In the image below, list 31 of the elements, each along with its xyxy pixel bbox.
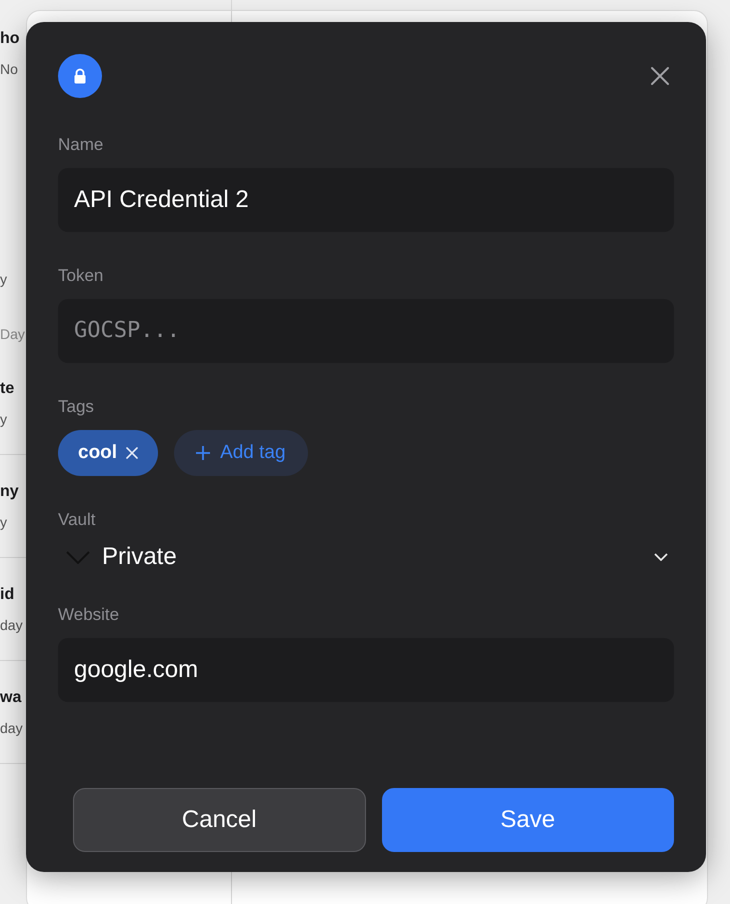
field-label: Token bbox=[58, 266, 104, 286]
list-item-subtitle: day bbox=[0, 616, 23, 635]
field-label: Name bbox=[58, 135, 104, 155]
list-item-subtitle: y bbox=[0, 410, 7, 429]
list-item-title: ho bbox=[0, 29, 20, 49]
list-item-subtitle: No bbox=[0, 60, 18, 79]
input-field[interactable]: API Credential 2 bbox=[58, 168, 674, 232]
list-item-subtitle: day bbox=[0, 719, 23, 738]
field-label: Website bbox=[58, 605, 120, 625]
cancel-button[interactable]: Cancel bbox=[73, 788, 366, 852]
vault-dropdown[interactable]: Private bbox=[58, 537, 674, 577]
field-label: Vault bbox=[58, 510, 96, 530]
save-button[interactable]: Save bbox=[382, 788, 674, 852]
input-field[interactable]: google.com bbox=[58, 638, 674, 702]
list-item-subtitle: y bbox=[0, 513, 7, 532]
list-item-title: te bbox=[0, 379, 14, 399]
remove-icon[interactable] bbox=[126, 447, 138, 459]
list-item-subtitle: y bbox=[0, 270, 7, 289]
plus-icon bbox=[196, 446, 210, 460]
list-item-title: wa bbox=[0, 688, 22, 708]
input-field[interactable]: GOCSP... bbox=[58, 299, 674, 363]
list-item-title: ny bbox=[0, 482, 19, 502]
tag-label: cool bbox=[78, 442, 118, 464]
field-label: Tags bbox=[58, 397, 95, 417]
lock-icon bbox=[58, 54, 102, 98]
chevron-icon bbox=[654, 553, 668, 561]
add-tag-button[interactable]: Add tag bbox=[174, 430, 308, 476]
list-item-title: id bbox=[0, 585, 14, 605]
section-header: Day bbox=[0, 325, 25, 344]
tag-chip[interactable]: cool bbox=[58, 430, 158, 476]
close-icon[interactable] bbox=[650, 66, 670, 86]
